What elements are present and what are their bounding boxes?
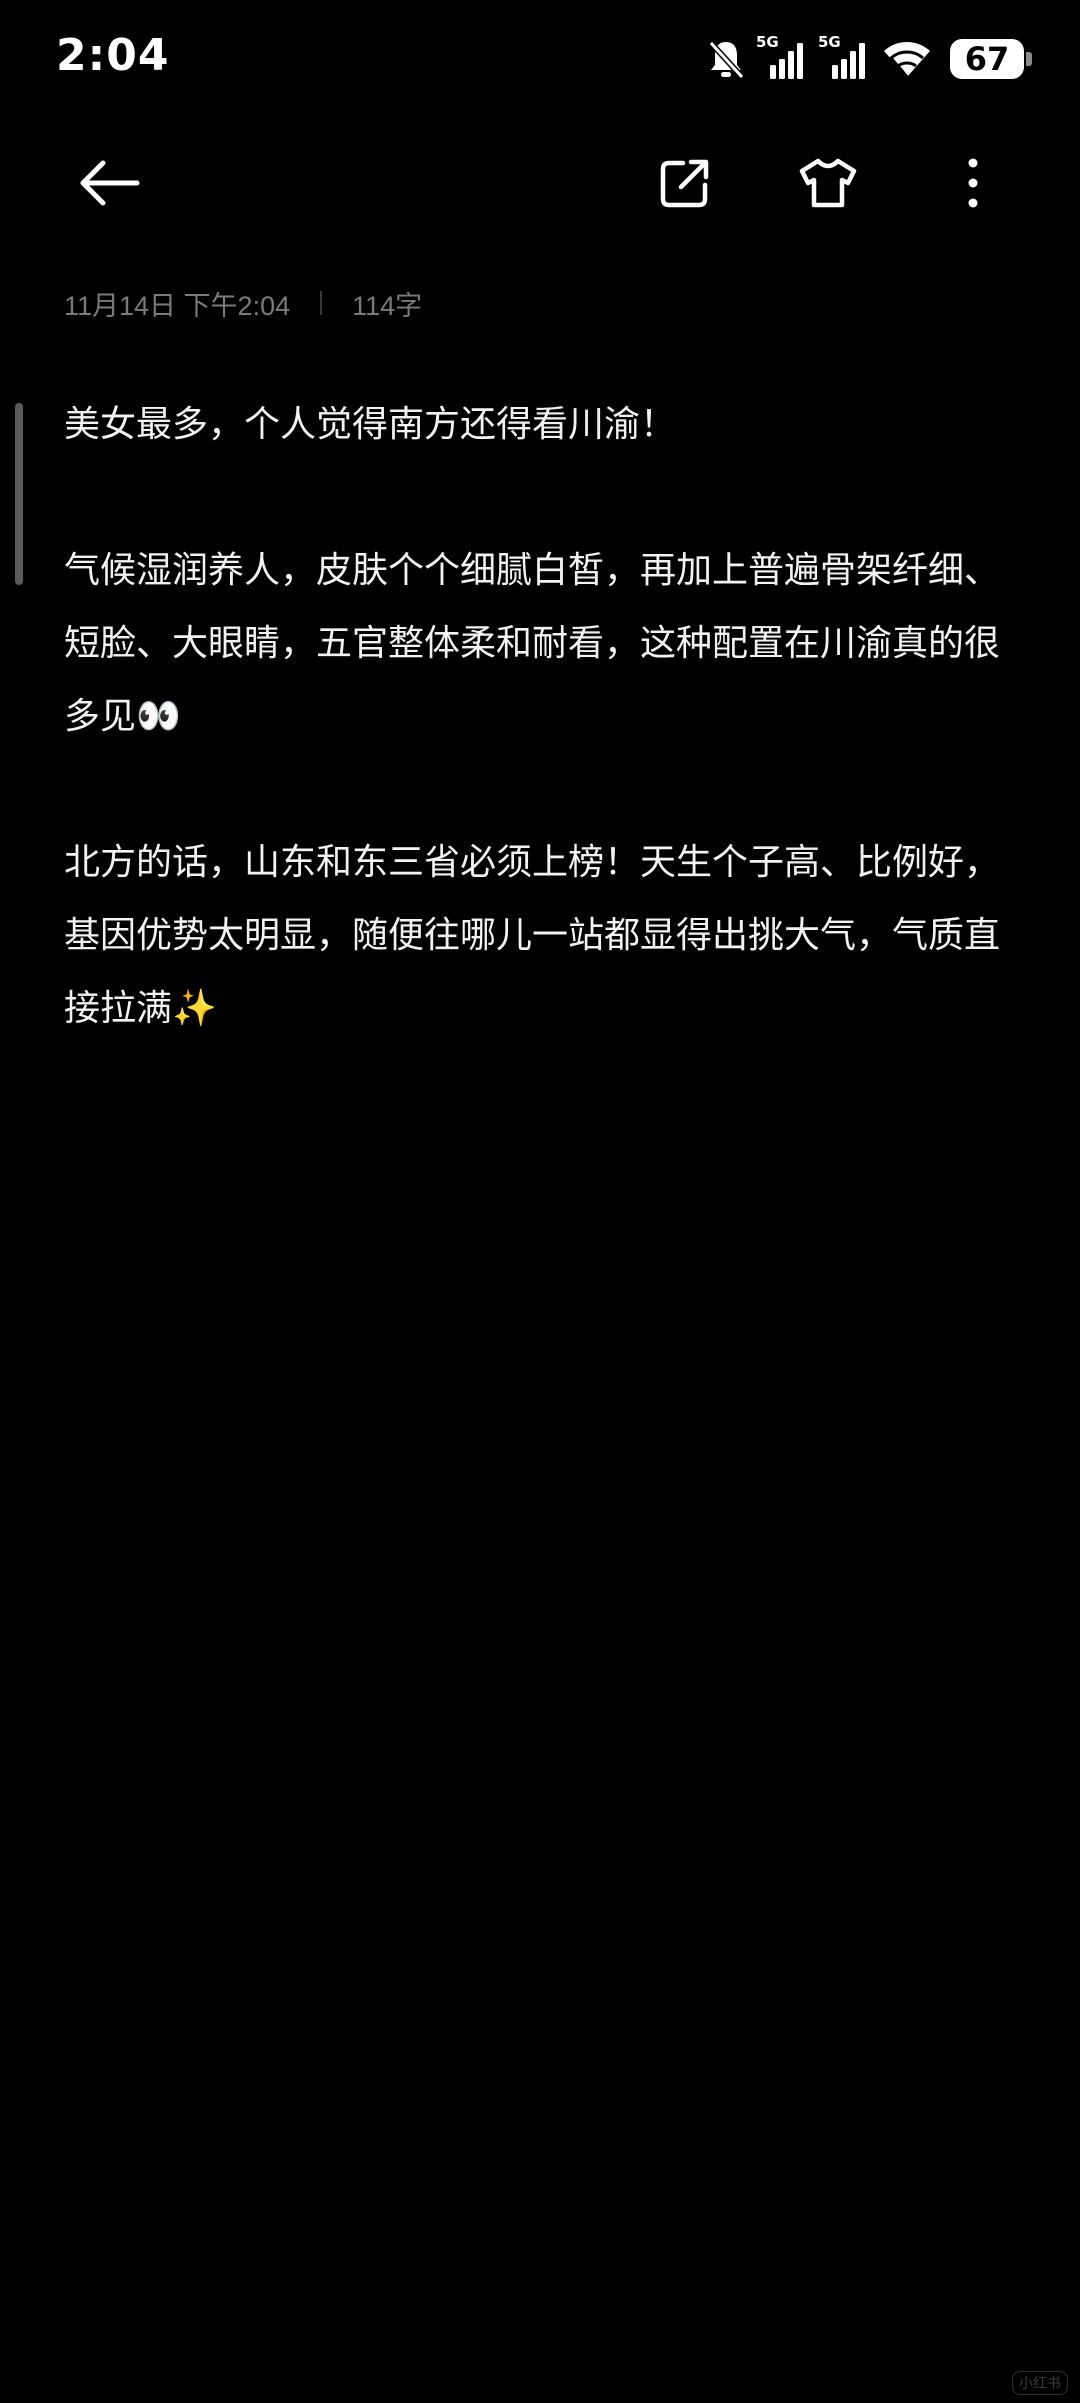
network-type-label: 5G [756, 33, 779, 51]
theme-button[interactable] [793, 150, 863, 220]
note-toolbar [0, 130, 1080, 230]
share-button[interactable] [650, 150, 720, 220]
note-paragraph: 北方的话，山东和东三省必须上榜！天生个子高、比例好，基因优势太明显，随便往哪儿一… [64, 842, 1001, 1029]
back-button[interactable] [74, 150, 144, 220]
theme-shirt-icon [798, 155, 858, 215]
battery-icon: 67 [944, 39, 1032, 79]
note-paragraph: 气候湿润养人，皮肤个个细腻白皙，再加上普遍骨架纤细、短脸、大眼睛，五官整体柔和耐… [64, 550, 1001, 737]
meta-divider [320, 291, 323, 315]
note-meta: 11月14日 下午2:04 114字 [64, 283, 422, 323]
note-date: 11月14日 下午2:04 [64, 290, 291, 321]
battery-tip [1026, 52, 1032, 66]
scroll-indicator[interactable] [15, 403, 23, 585]
more-options-button[interactable] [938, 150, 1008, 220]
battery-level: 67 [950, 39, 1024, 79]
note-paragraph: 美女最多，个人觉得南方还得看川渝！ [64, 404, 677, 445]
status-icons: 5G 5G 67 [706, 33, 1032, 84]
watermark: 小红书 [1012, 2371, 1068, 2395]
signal-icon: 5G [756, 33, 808, 81]
signal-icon: 5G [818, 33, 870, 81]
back-arrow-icon [77, 159, 141, 211]
status-bar: 2:04 5G 5G 67 [0, 0, 1080, 120]
note-word-count: 114字 [352, 290, 423, 321]
share-icon [657, 155, 713, 215]
status-time: 2:04 [56, 30, 170, 81]
bell-muted-icon [706, 37, 746, 81]
network-type-label: 5G [818, 33, 841, 51]
note-content[interactable]: 美女最多，个人觉得南方还得看川渝！ 气候湿润养人，皮肤个个细腻白皙，再加上普遍骨… [64, 388, 1024, 1118]
wifi-icon [880, 37, 934, 81]
more-vertical-icon [963, 155, 983, 215]
